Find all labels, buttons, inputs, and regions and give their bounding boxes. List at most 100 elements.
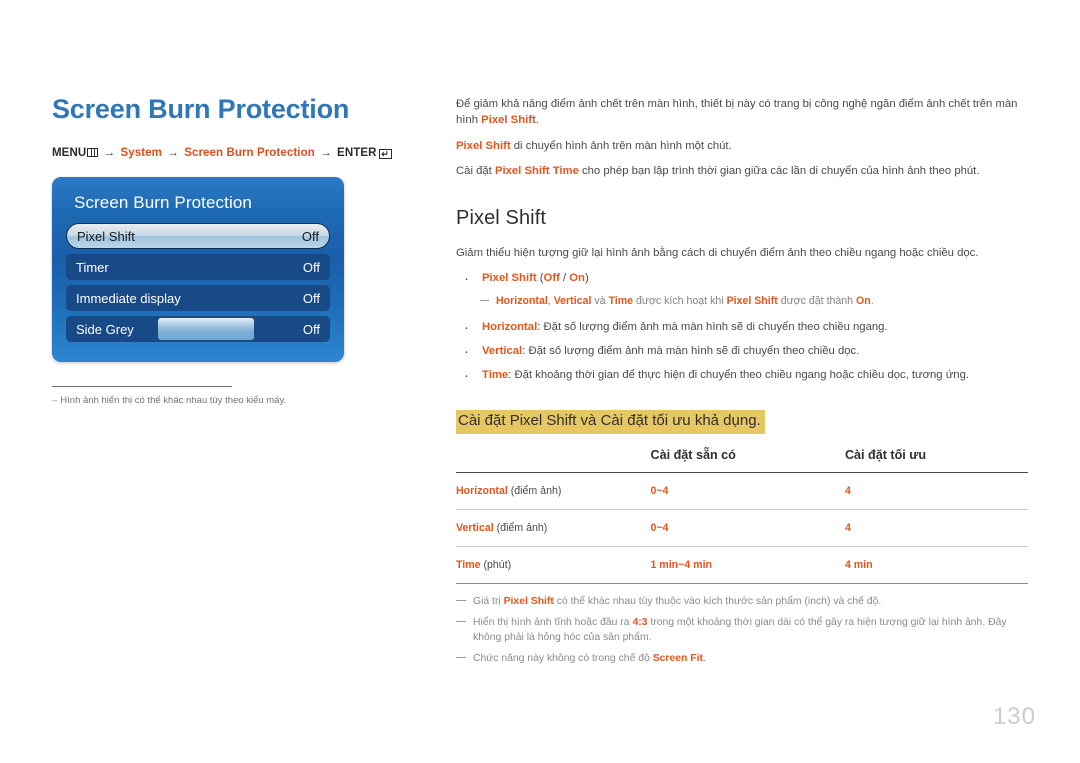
subnote-activation: Horizontal, Vertical và Time được kích h… (456, 294, 1028, 309)
breadcrumb-arrow-1: → (103, 147, 116, 160)
footnote-3-text-a: Chức năng này không có trong chế độ (473, 652, 653, 664)
breadcrumb-menu-label: MENU (52, 147, 87, 160)
table-cell-available: 0~4 (650, 521, 669, 534)
breadcrumb-item-screen-burn-protection[interactable]: Screen Burn Protection (184, 147, 315, 159)
table-head: Cài đặt sẵn có Cài đặt tối ưu (456, 442, 1028, 473)
table-row: Vertical (điểm ảnh) 0~4 4 (456, 509, 1028, 547)
subnote-term-time: Time (608, 294, 634, 307)
table-cell-available: 0~4 (650, 484, 669, 497)
breadcrumb: MENU → System → Screen Burn Protection →… (52, 147, 412, 160)
osd-row-value: Off (302, 290, 320, 306)
table-cell-name: Horizontal (điểm ảnh) (456, 472, 650, 509)
bullet-pixel-shift-name: Pixel Shift (482, 271, 537, 284)
table-cell-optimum: 4 min (844, 558, 873, 571)
intro-p1-accent: Pixel Shift (481, 114, 536, 127)
table-row: Time (phút) 1 min~4 min 4 min (456, 546, 1028, 584)
footnote-2: Hiển thị hình ảnh tĩnh hoặc đầu ra 4:3 t… (456, 615, 1028, 645)
osd-row-label: Pixel Shift (77, 228, 135, 244)
bullet-vertical: Vertical: Đặt số lượng điểm ảnh mà màn h… (456, 341, 1028, 363)
intro-p2-accent: Pixel Shift (456, 139, 511, 152)
intro-paragraph-3: Cài đặt Pixel Shift Time cho phép bạn lậ… (456, 163, 1028, 179)
bullet-pixel-shift-open: ( (536, 271, 544, 284)
table-cell-available: 1 min~4 min (650, 558, 712, 571)
table-header-available: Cài đặt sẵn có (650, 447, 736, 462)
enter-key-icon: ↵ (378, 149, 392, 160)
breadcrumb-arrow-3: → (320, 147, 332, 160)
table-cell-name: Vertical (điểm ảnh) (456, 509, 650, 546)
side-grey-slider[interactable] (158, 318, 254, 341)
osd-row-side-grey[interactable]: Side Grey Off (66, 316, 330, 343)
subnote-term-vertical: Vertical (553, 294, 592, 307)
table-body: Horizontal (điểm ảnh) 0~4 4 Vertical (đi… (456, 472, 1028, 584)
breadcrumb-arrow-2: → (167, 147, 179, 160)
table-row-name: Time (456, 558, 481, 571)
left-column: Screen Burn Protection MENU → System → S… (52, 94, 412, 406)
subnote-term-on: On (856, 294, 871, 307)
bullet-time: Time: Đặt khoảng thời gian để thực hiện … (456, 365, 1028, 387)
intro-block: Để giảm khả năng điểm ảnh chết trên màn … (456, 96, 1028, 180)
osd-menu-panel: Screen Burn Protection Pixel Shift Off T… (52, 177, 344, 363)
bullet-time-name: Time (482, 369, 509, 382)
intro-paragraph-1: Để giảm khả năng điểm ảnh chết trên màn … (456, 96, 1028, 129)
bullet-pixel-shift-opt-on: On (569, 271, 585, 284)
table-header-optimum: Cài đặt tối ưu (844, 447, 927, 462)
manual-page: Screen Burn Protection MENU → System → S… (0, 0, 1080, 763)
table-row-unit: (điểm ảnh) (507, 484, 562, 497)
bullet-pixel-shift-sep: / (559, 271, 570, 284)
intro-p2-text-b: di chuyển hình ảnh trên màn hình một chú… (510, 139, 732, 152)
table-row: Horizontal (điểm ảnh) 0~4 4 (456, 472, 1028, 510)
page-number: 130 (992, 703, 1036, 730)
bullet-horizontal: Horizontal: Đặt số lượng điểm ảnh mà màn… (456, 317, 1028, 339)
osd-row-label: Side Grey (76, 321, 134, 337)
footnote-1: Giá trị Pixel Shift có thể khác nhau tùy… (456, 594, 1028, 609)
subnote-mid-2: được đặt thành (777, 294, 857, 307)
bullet-vertical-text: : Đặt số lượng điểm ảnh mà màn hình sẽ đ… (522, 345, 860, 358)
left-note-dash: – (52, 395, 58, 407)
footnotes-block: Giá trị Pixel Shift có thể khác nhau tùy… (456, 594, 1028, 666)
bullet-pixel-shift: Pixel Shift (Off / On) (456, 268, 1028, 290)
page-title: Screen Burn Protection (52, 94, 350, 124)
menu-icon (87, 148, 99, 158)
bullet-time-text: : Đặt khoảng thời gian để thực hiện đi c… (508, 369, 969, 382)
osd-row-label: Timer (76, 259, 109, 275)
subnote-mid-1: được kích hoạt khi (633, 294, 727, 307)
table-row-unit: (điểm ảnh) (493, 521, 548, 534)
table-row-name: Horizontal (456, 484, 508, 497)
footnote-1-text-a: Giá trị (473, 595, 504, 607)
subnote-term-horizontal: Horizontal (496, 294, 548, 307)
section-heading-pixel-shift: Pixel Shift (456, 206, 547, 229)
settings-table: Cài đặt sẵn có Cài đặt tối ưu Horizontal… (456, 442, 1028, 584)
section-lead-text: Giảm thiểu hiện tượng giữ lại hình ảnh b… (456, 246, 979, 259)
left-note: – Hình ảnh hiển thị có thể khác nhau tùy … (52, 395, 412, 406)
osd-panel-title: Screen Burn Protection (74, 193, 252, 213)
footnote-1-text-b: có thể khác nhau tùy thuộc vào kích thướ… (553, 595, 882, 607)
subnote-sep-2: và (591, 294, 609, 307)
intro-p1-text-b: . (535, 114, 539, 127)
osd-row-value: Off (302, 321, 320, 337)
footnote-3: Chức năng này không có trong chế độ Scre… (456, 651, 1028, 666)
table-header-blank (456, 442, 650, 473)
bullet-pixel-shift-close: ) (584, 271, 589, 284)
intro-paragraph-2: Pixel Shift di chuyển hình ảnh trên màn … (456, 138, 1028, 154)
osd-row-pixel-shift[interactable]: Pixel Shift Off (66, 223, 330, 250)
bullet-horizontal-name: Horizontal (482, 321, 538, 334)
table-cell-name: Time (phút) (456, 546, 650, 583)
osd-row-value: Off (301, 228, 319, 244)
bullet-pixel-shift-opt-off: Off (543, 271, 560, 284)
intro-p3-text-b: cho phép bạn lập trình thời gian giữa cá… (578, 165, 980, 178)
footnote-2-text-a: Hiển thị hình ảnh tĩnh hoặc đầu ra (473, 616, 633, 628)
highlighted-heading: Cài đặt Pixel Shift và Cài đặt tối ưu kh… (456, 409, 765, 434)
intro-p3-accent: Pixel Shift Time (494, 165, 579, 178)
table-header-row: Cài đặt sẵn có Cài đặt tối ưu (456, 442, 1028, 473)
osd-row-immediate-display[interactable]: Immediate display Off (66, 285, 330, 312)
footnote-2-accent: 4:3 (632, 616, 648, 628)
breadcrumb-item-system[interactable]: System (120, 147, 162, 159)
bullet-vertical-name: Vertical (482, 345, 523, 358)
table-row-unit: (phút) (480, 558, 512, 571)
intro-p1-text-a: Để giảm khả năng điểm ảnh chết trên màn … (456, 98, 1018, 127)
footnote-3-accent: Screen Fit (652, 652, 703, 664)
osd-row-timer[interactable]: Timer Off (66, 254, 330, 281)
table-cell-optimum: 4 (844, 484, 851, 497)
intro-p3-text-a: Cài đặt (456, 165, 495, 178)
subnote-end: . (870, 294, 874, 307)
